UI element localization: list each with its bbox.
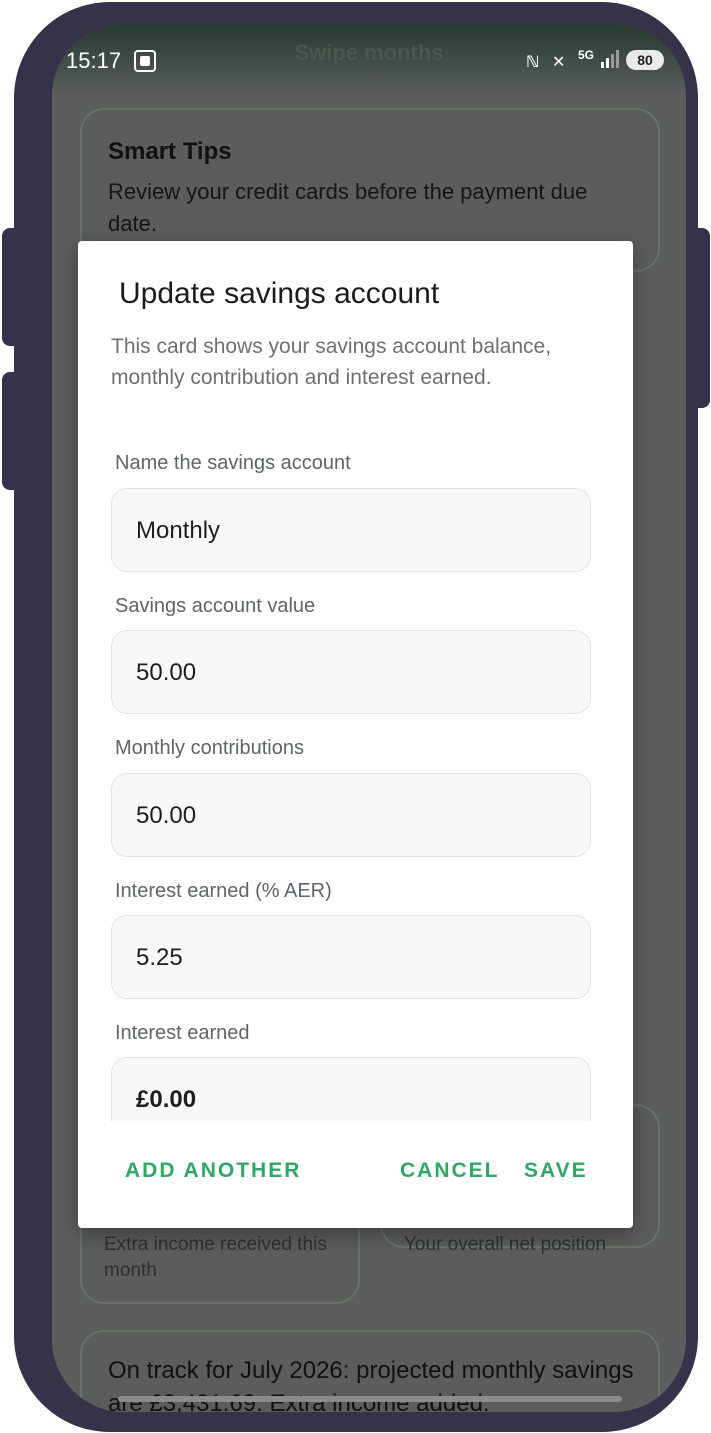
interest-rate-value: 5.25 [136, 944, 183, 971]
dialog-description: This card shows your savings account bal… [111, 335, 552, 389]
home-indicator[interactable] [118, 1396, 622, 1402]
projection-text: On track for July 2026: projected monthl… [108, 1357, 634, 1412]
battery-indicator: 80 [626, 50, 664, 70]
interest-rate-label: Interest earned (% AER) [115, 880, 332, 902]
account-value-value: 50.00 [136, 659, 197, 686]
save-button[interactable]: SAVE [524, 1159, 588, 1183]
status-bar: 15:17 Swipe months ℕ ✕ 5G 80 [52, 24, 686, 98]
nfc-icon: ℕ [526, 54, 540, 71]
add-another-button[interactable]: ADD ANOTHER [125, 1159, 301, 1183]
interest-rate-input[interactable]: 5.25 [111, 915, 591, 999]
extra-income-caption: Extra income received this month [104, 1234, 327, 1281]
net-position-caption: Your overall net position [404, 1234, 607, 1255]
account-name-label: Name the savings account [115, 452, 351, 474]
account-value-input[interactable]: 50.00 [111, 630, 591, 714]
account-value-label: Savings account value [115, 595, 316, 617]
monthly-contributions-label: Monthly contributions [115, 737, 304, 759]
network-type-label: 5G [578, 48, 595, 62]
account-name-value: Monthly [136, 517, 221, 544]
smart-tips-title: Smart Tips [108, 138, 232, 165]
update-savings-dialog: Update savings account This card shows y… [78, 241, 633, 1228]
cancel-button[interactable]: CANCEL [400, 1159, 500, 1183]
monthly-contributions-input[interactable]: 50.00 [111, 773, 591, 857]
interest-earned-field: £0.00 [111, 1057, 591, 1121]
smart-tips-text: Review your credit cards before the paym… [108, 179, 588, 236]
monthly-contributions-value: 50.00 [136, 802, 197, 829]
mute-icon: ✕ [552, 54, 566, 71]
account-name-input[interactable]: Monthly [111, 488, 591, 572]
interest-earned-value: £0.00 [136, 1086, 197, 1113]
dialog-title: Update savings account [119, 277, 440, 310]
dialog-form-scroll[interactable]: Name the savings account Monthly Savings… [78, 441, 633, 1121]
interest-earned-label: Interest earned [115, 1022, 250, 1044]
signal-icon [601, 50, 619, 68]
